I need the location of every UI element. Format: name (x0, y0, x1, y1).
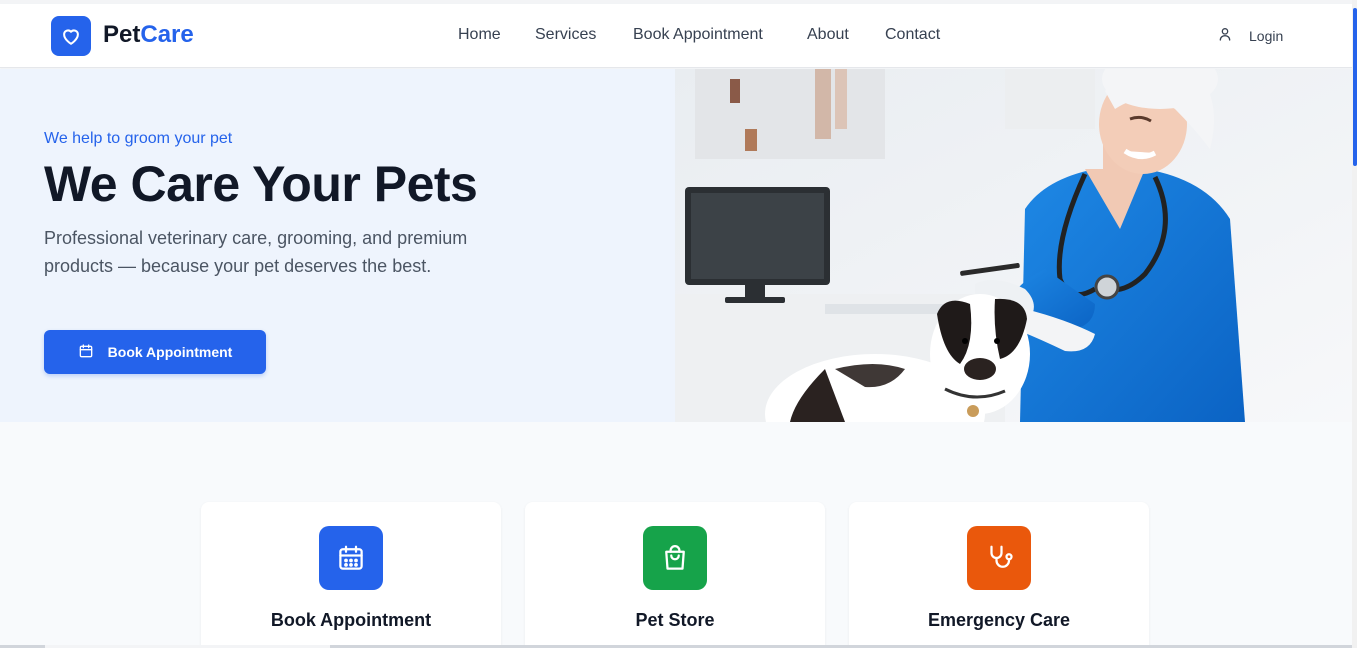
service-card-title: Book Appointment (270, 610, 432, 630)
calendar-icon (78, 343, 94, 362)
nav-about[interactable]: About (807, 26, 849, 44)
brand-name-part1: Pet (103, 21, 141, 48)
brand-name[interactable]: PetCare (103, 21, 194, 49)
hero-title: We Care Your Pets (44, 156, 478, 212)
service-card-title: Pet Store (635, 610, 715, 630)
stethoscope-icon (967, 526, 1031, 590)
hero-eyebrow: We help to groom your pet (44, 130, 233, 147)
service-card-title: Emergency Care (927, 610, 1071, 630)
nav-services[interactable]: Services (535, 26, 596, 44)
service-card-pet-store[interactable]: Pet Store (525, 502, 825, 648)
hero-image-vet-with-dog (675, 69, 1352, 422)
book-appointment-label: Book Appointment (107, 344, 233, 360)
calendar-icon (319, 526, 383, 590)
service-card-emergency-care[interactable]: Emergency Care (849, 502, 1149, 648)
login-label: Login (1249, 27, 1284, 44)
login-button[interactable]: Login (1217, 26, 1283, 45)
book-appointment-button[interactable]: Book Appointment (44, 330, 266, 374)
brand-name-part2: Care (140, 21, 194, 48)
scrollbar-thumb[interactable] (1353, 8, 1357, 166)
nav-book-appointment[interactable]: Book Appointment (633, 26, 763, 44)
user-icon (1217, 26, 1233, 45)
logo-heart-icon[interactable] (51, 16, 91, 56)
shopping-bag-icon (643, 526, 707, 590)
nav-home[interactable]: Home (458, 26, 501, 44)
service-card-book-appointment[interactable]: Book Appointment (201, 502, 501, 648)
hero-description: Professional veterinary care, grooming, … (44, 228, 468, 276)
site-header: PetCare Home Services Book Appointment A… (0, 4, 1352, 68)
nav-contact[interactable]: Contact (885, 26, 940, 44)
